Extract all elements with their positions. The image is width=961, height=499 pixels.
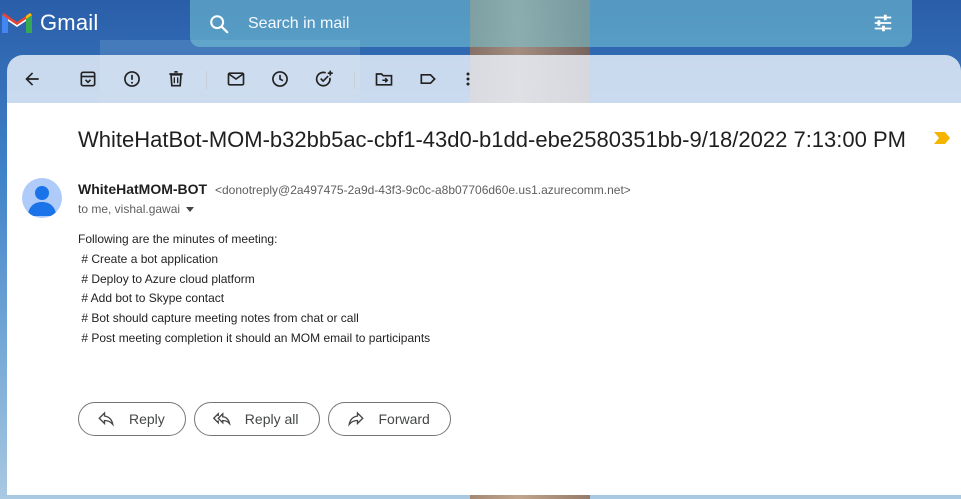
body-line: Following are the minutes of meeting:	[78, 232, 278, 246]
body-line: # Add bot to Skype contact	[78, 291, 225, 306]
message-toolbar	[7, 55, 961, 103]
sender-name[interactable]: WhiteHatMOM-BOT	[78, 181, 207, 197]
message-subject: WhiteHatBot-MOM-b32bb5ac-cbf1-43d0-b1dd-…	[78, 127, 906, 152]
message-view: WhiteHatBot-MOM-b32bb5ac-cbf1-43d0-b1dd-…	[7, 103, 961, 495]
report-spam-icon	[124, 71, 140, 87]
more-options-button[interactable]	[456, 67, 480, 91]
label-button[interactable]	[416, 67, 440, 91]
gmail-logo[interactable]: Gmail	[0, 8, 98, 38]
move-to-icon	[375, 73, 393, 86]
person-icon	[28, 186, 56, 216]
mark-unread-button[interactable]	[224, 67, 248, 91]
reply-all-button[interactable]: Reply all	[193, 402, 320, 436]
report-spam-button[interactable]	[120, 67, 144, 91]
app-title: Gmail	[40, 10, 99, 35]
search-options-icon[interactable]	[872, 12, 894, 34]
back-arrow-icon	[25, 72, 39, 86]
reply-label: Reply	[129, 411, 165, 427]
search-bar	[190, 0, 912, 47]
label-icon	[420, 74, 436, 84]
reply-icon	[98, 411, 114, 427]
archive-button[interactable]	[76, 67, 100, 91]
toolbar-divider	[354, 71, 355, 89]
sender-line: WhiteHatMOM-BOT <donotreply@2a497475-2a9…	[78, 181, 631, 197]
body-line: # Post meeting completion it should an M…	[78, 330, 431, 345]
delete-icon	[169, 71, 183, 87]
gmail-m-icon	[2, 13, 32, 33]
archive-icon	[80, 71, 96, 87]
mark-unread-icon	[227, 72, 245, 86]
message-body: Following are the minutes of meeting: # …	[78, 230, 430, 349]
sender-email: <donotreply@2a497475-2a9d-43f3-9c0c-a8b0…	[214, 183, 631, 197]
toolbar-divider	[206, 71, 207, 89]
forward-button[interactable]: Forward	[327, 402, 451, 436]
avatar[interactable]	[22, 178, 62, 218]
add-task-icon	[315, 70, 333, 87]
search-icon[interactable]	[208, 13, 230, 35]
reply-all-label: Reply all	[244, 411, 299, 427]
add-task-button[interactable]	[312, 67, 336, 91]
reply-button[interactable]: Reply	[78, 402, 186, 436]
snooze-button[interactable]	[268, 67, 292, 91]
show-details-icon[interactable]	[186, 206, 195, 212]
snooze-icon	[272, 71, 288, 87]
search-input[interactable]	[246, 13, 810, 34]
recipients-text: to me, vishal.gawai	[78, 202, 181, 216]
more-icon	[466, 72, 470, 86]
important-marker-icon[interactable]	[933, 131, 951, 145]
move-to-button[interactable]	[372, 67, 396, 91]
forward-icon	[347, 411, 364, 427]
back-button[interactable]	[20, 67, 44, 91]
reply-all-icon	[212, 412, 231, 426]
body-line: # Create a bot application	[78, 251, 219, 266]
forward-label: Forward	[378, 411, 430, 427]
body-line: # Bot should capture meeting notes from …	[78, 311, 359, 326]
delete-button[interactable]	[164, 67, 188, 91]
recipients-line: to me, vishal.gawai	[78, 202, 195, 216]
reply-actions: Reply Reply all Forward	[78, 402, 459, 436]
body-line: # Deploy to Azure cloud platform	[78, 271, 255, 286]
